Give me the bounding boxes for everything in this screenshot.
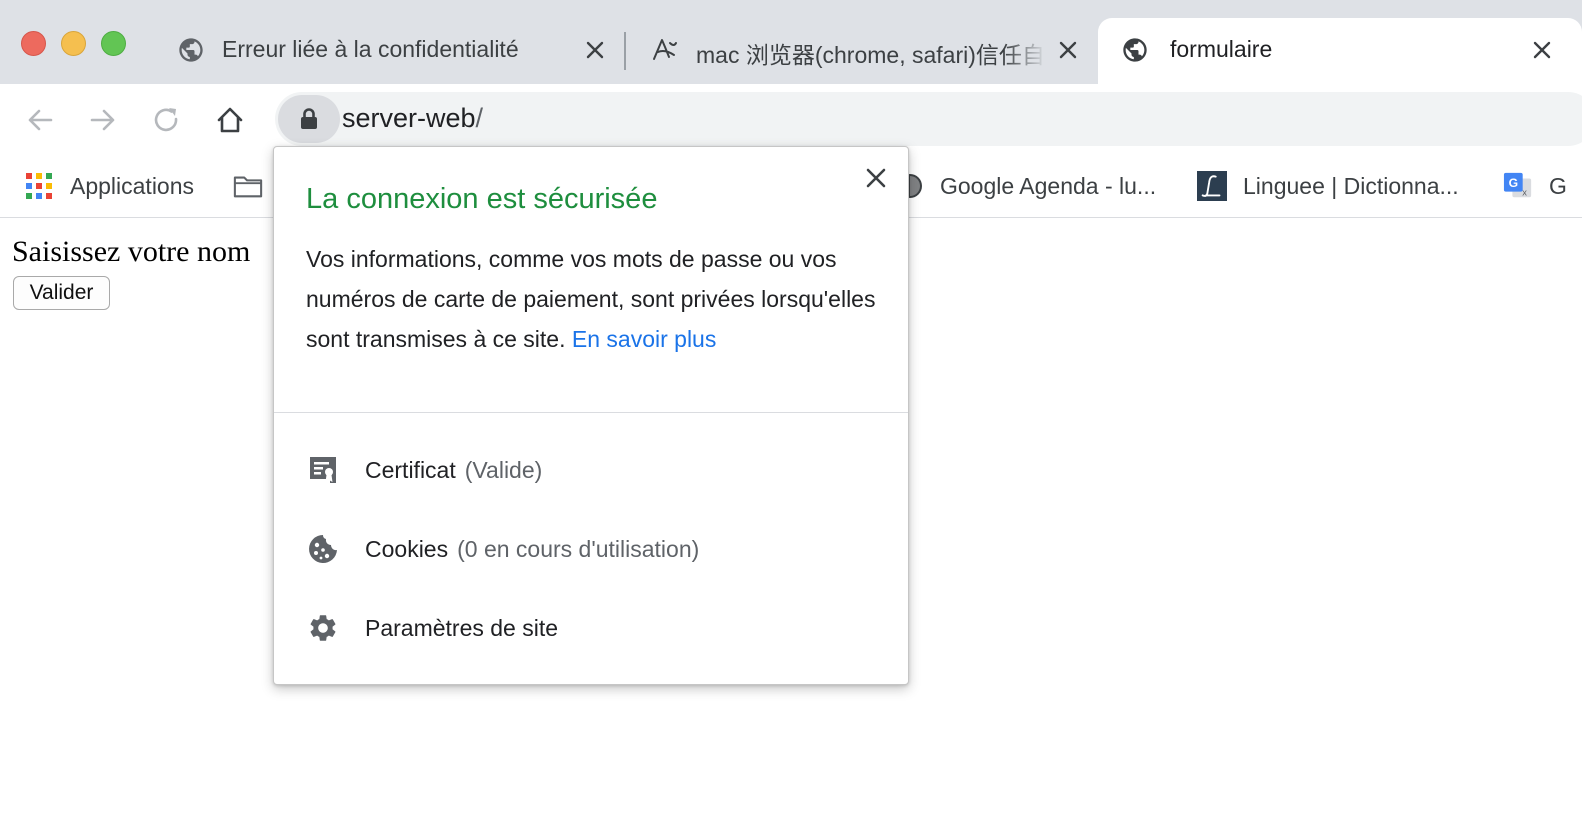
bookmark-label: Linguee | Dictionna... xyxy=(1243,172,1459,199)
bookmark-linguee[interactable]: Linguee | Dictionna... xyxy=(1197,166,1459,206)
tab-formulaire[interactable]: formulaire xyxy=(1098,18,1582,84)
site-settings-row[interactable]: Paramètres de site xyxy=(306,608,558,648)
tab-mac-browser[interactable]: mac 浏览器(chrome, safari)信任自 xyxy=(632,18,1094,84)
tab-title: mac 浏览器(chrome, safari)信任自 xyxy=(696,42,1045,68)
linguee-icon xyxy=(1197,171,1227,201)
reload-button[interactable] xyxy=(147,100,187,140)
globe-icon xyxy=(1120,35,1150,65)
cookies-row[interactable]: Cookies (0 en cours d'utilisation) xyxy=(306,529,699,569)
close-icon[interactable] xyxy=(1055,37,1081,63)
address-bar[interactable]: server-web/ xyxy=(275,92,1582,146)
url-text[interactable]: server-web/ xyxy=(342,103,483,134)
learn-more-link[interactable]: En savoir plus xyxy=(572,326,716,352)
url-host: server-web xyxy=(342,103,476,133)
site-info-button[interactable] xyxy=(278,95,340,143)
google-translate-icon: Gx xyxy=(1503,171,1533,201)
svg-text:x: x xyxy=(1522,187,1527,197)
connection-description: Vos informations, comme vos mots de pass… xyxy=(306,239,876,359)
back-arrow-icon xyxy=(28,109,53,131)
window-close-button[interactable] xyxy=(21,31,46,56)
bookmark-label: Applications xyxy=(70,172,195,199)
bookmark-google-translate[interactable]: Gx G xyxy=(1503,166,1567,206)
folder-icon xyxy=(233,171,263,201)
gear-icon xyxy=(306,611,340,645)
tab-title: Erreur liée à la confidentialité xyxy=(222,36,519,62)
page-info-popup: La connexion est sécurisée Vos informati… xyxy=(273,146,909,685)
url-path: / xyxy=(475,103,484,133)
reload-icon xyxy=(154,108,178,132)
cookie-icon xyxy=(306,532,340,566)
certificate-status: (Valide) xyxy=(464,456,543,483)
bookmark-applications[interactable]: Applications xyxy=(24,166,194,206)
submit-button[interactable]: Valider xyxy=(13,276,110,310)
svg-text:G: G xyxy=(1509,176,1518,190)
toolbar: server-web/ xyxy=(0,84,1582,154)
close-icon[interactable] xyxy=(582,37,608,63)
site-logo-icon xyxy=(650,35,680,65)
tab-strip: Erreur liée à la confidentialité mac 浏览器… xyxy=(0,0,1582,84)
bookmark-google-agenda[interactable]: Google Agenda - lu... xyxy=(896,166,1156,206)
home-icon xyxy=(217,107,243,133)
forward-arrow-icon xyxy=(90,109,115,131)
name-prompt-label: Saisissez votre nom xyxy=(12,235,251,268)
bookmark-label: G xyxy=(1549,172,1567,199)
bookmark-label: Google Agenda - lu... xyxy=(940,172,1157,199)
tab-title: formulaire xyxy=(1170,36,1273,62)
site-settings-label: Paramètres de site xyxy=(365,614,559,641)
close-icon[interactable] xyxy=(1529,37,1555,63)
forward-button[interactable] xyxy=(83,100,123,140)
globe-icon xyxy=(176,35,206,65)
lock-icon xyxy=(301,108,317,129)
cookies-count: (0 en cours d'utilisation) xyxy=(457,535,700,562)
connection-secure-title: La connexion est sécurisée xyxy=(306,183,658,215)
tab-privacy-error[interactable]: Erreur liée à la confidentialité xyxy=(158,18,620,84)
divider xyxy=(274,412,908,413)
certificate-row[interactable]: Certificat (Valide) xyxy=(306,450,542,490)
back-button[interactable] xyxy=(20,100,60,140)
window-minimize-button[interactable] xyxy=(61,31,86,56)
certificate-icon xyxy=(306,453,340,487)
cookies-label: Cookies xyxy=(365,535,449,562)
apps-grid-icon xyxy=(24,171,54,201)
home-button[interactable] xyxy=(210,100,250,140)
certificate-label: Certificat xyxy=(365,456,456,483)
window-zoom-button[interactable] xyxy=(101,31,126,56)
close-icon[interactable] xyxy=(862,164,890,192)
tab-separator xyxy=(624,32,626,70)
